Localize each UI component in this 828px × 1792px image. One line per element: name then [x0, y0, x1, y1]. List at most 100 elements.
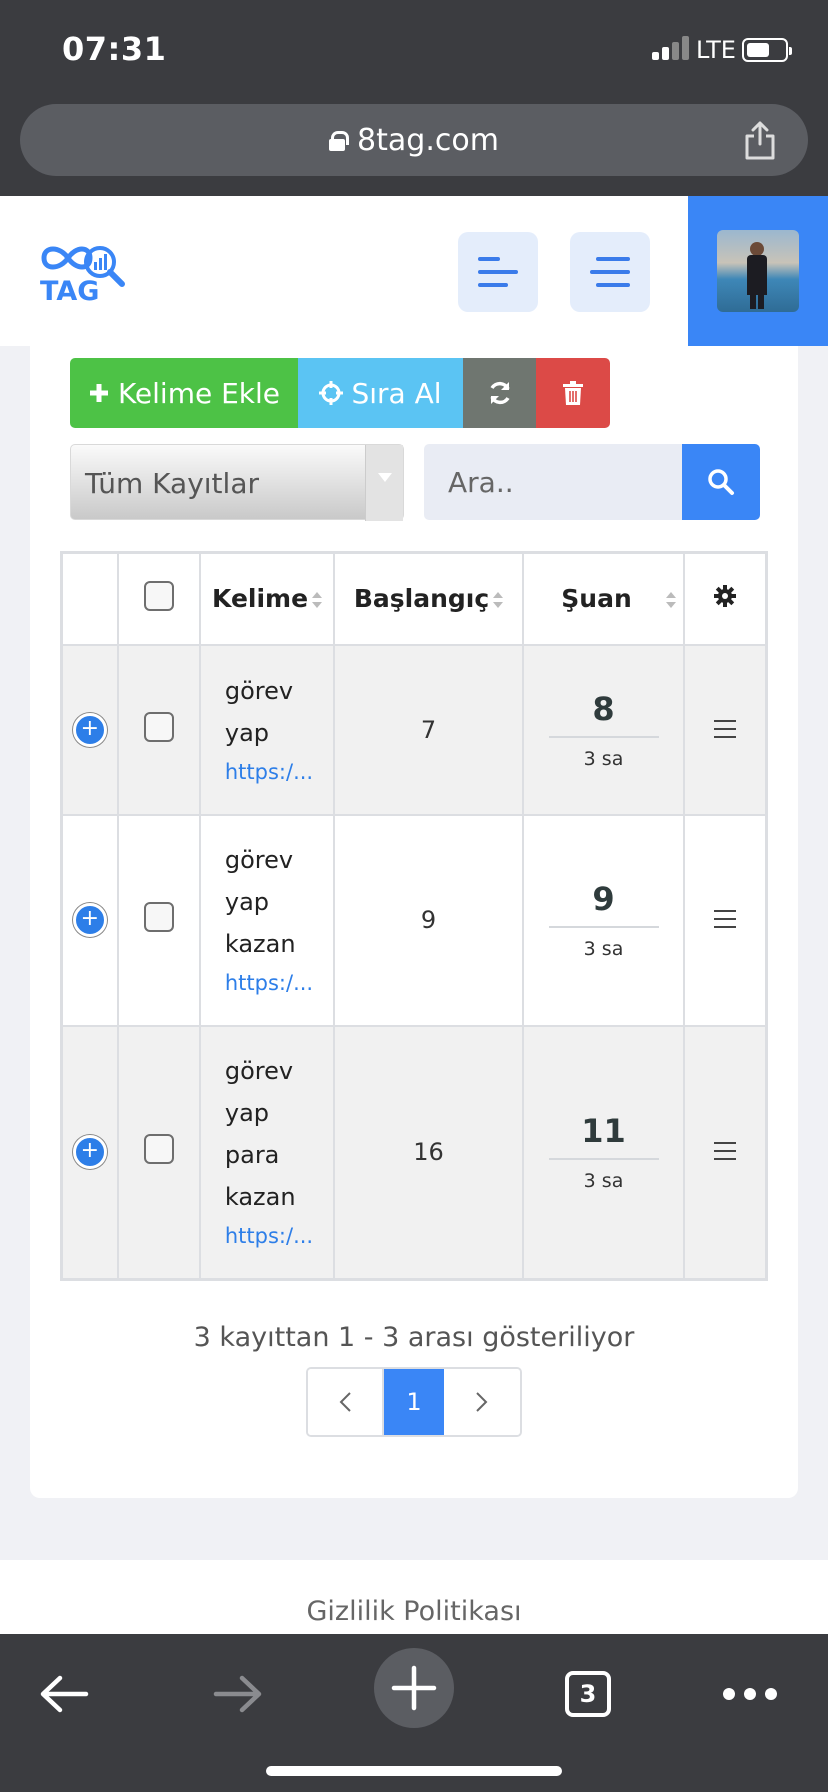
battery-icon — [742, 38, 792, 62]
signal-icon — [652, 36, 692, 60]
table-row: + görev yap para kazan https:/... 16 11 … — [60, 1024, 768, 1281]
menu-toggle-button[interactable] — [570, 232, 650, 312]
current-rank-cell: 11 3 sa — [521, 1024, 686, 1281]
sort-icon — [665, 592, 676, 609]
start-rank-cell: 9 — [333, 813, 524, 1027]
keyword-column-header[interactable]: Kelime — [198, 551, 336, 646]
checkbox-cell — [116, 813, 201, 1027]
select-all-header — [116, 551, 201, 646]
next-page-button[interactable] — [444, 1369, 520, 1435]
start-rank-cell: 7 — [333, 643, 524, 816]
privacy-policy-link[interactable]: Gizlilik Politikası — [0, 1596, 828, 1627]
delete-button[interactable] — [536, 358, 610, 428]
tabs-button[interactable]: 3 — [548, 1658, 628, 1730]
refresh-button[interactable] — [463, 358, 536, 428]
expand-row-button[interactable]: + — [72, 712, 107, 747]
expand-column-header — [60, 551, 119, 646]
pagination: 1 — [306, 1367, 522, 1437]
current-rank: 9 — [548, 880, 659, 928]
records-filter-select[interactable]: Tüm Kayıtlar — [70, 444, 404, 521]
expand-cell: + — [60, 813, 119, 1027]
new-tab-button[interactable] — [374, 1648, 454, 1728]
home-indicator — [266, 1766, 562, 1776]
gear-icon — [714, 585, 737, 608]
avatar — [717, 230, 799, 312]
current-column-header[interactable]: Şuan — [521, 551, 686, 646]
sidebar-toggle-button[interactable] — [458, 232, 538, 312]
share-icon[interactable] — [742, 120, 778, 160]
user-avatar-button[interactable] — [688, 196, 828, 346]
arrow-left-icon — [40, 1675, 89, 1713]
row-menu-cell — [683, 813, 768, 1027]
plus-icon — [391, 1665, 437, 1711]
action-toolbar: Kelime Ekle Sıra Al — [70, 358, 610, 428]
chevron-right-icon — [476, 1392, 488, 1412]
more-button[interactable] — [710, 1658, 790, 1730]
get-rank-label: Sıra Al — [351, 376, 442, 410]
more-dots-icon — [723, 1688, 777, 1700]
row-checkbox[interactable] — [143, 1134, 174, 1165]
keyword-cell: görev yap https:/... — [198, 643, 336, 816]
network-type: LTE — [696, 36, 736, 64]
expand-row-button[interactable]: + — [72, 1135, 107, 1170]
select-all-checkbox[interactable] — [143, 580, 174, 611]
expand-row-button[interactable]: + — [72, 903, 107, 937]
chevron-down-icon — [365, 445, 403, 521]
records-filter-value: Tüm Kayıtlar — [85, 467, 259, 500]
row-checkbox[interactable] — [143, 902, 174, 932]
logo-text: TAG — [40, 276, 99, 304]
start-column-header[interactable]: Başlangıç — [333, 551, 524, 646]
site-header: TAG — [0, 196, 828, 346]
search-icon — [708, 469, 734, 495]
updated-time: 3 sa — [583, 747, 624, 770]
updated-time: 3 sa — [583, 938, 624, 960]
crosshairs-icon — [319, 381, 344, 405]
row-menu-icon[interactable] — [714, 910, 737, 928]
current-rank-cell: 9 3 sa — [521, 813, 686, 1027]
add-keyword-label: Kelime Ekle — [117, 376, 281, 410]
keywords-table: Kelime Başlangıç Şuan + görev yap https:… — [60, 551, 768, 1281]
expand-cell: + — [60, 643, 119, 816]
expand-cell: + — [60, 1024, 119, 1281]
pagination-info: 3 kayıttan 1 - 3 arası gösteriliyor — [193, 1322, 635, 1353]
keyword-url-link[interactable]: https:/... — [225, 965, 333, 1001]
back-button[interactable] — [24, 1658, 104, 1730]
updated-time: 3 sa — [583, 1170, 624, 1193]
tabs-count: 3 — [565, 1671, 611, 1717]
get-rank-button[interactable]: Sıra Al — [298, 358, 463, 428]
table-row: + görev yap https:/... 7 8 3 sa — [60, 643, 768, 816]
address-bar[interactable]: 8tag.com — [20, 104, 808, 176]
row-menu-cell — [683, 1024, 768, 1281]
search-input[interactable] — [424, 444, 682, 520]
keyword-url-link[interactable]: https:/... — [225, 754, 333, 790]
prev-page-button[interactable] — [308, 1369, 384, 1435]
current-rank: 11 — [548, 1112, 659, 1161]
table-row: + görev yap kazan https:/... 9 9 3 sa — [60, 813, 768, 1027]
row-menu-icon[interactable] — [714, 719, 737, 738]
menu-right-icon — [590, 257, 630, 287]
settings-column-header[interactable] — [683, 551, 768, 646]
sort-icon — [493, 592, 504, 609]
chevron-left-icon — [339, 1392, 351, 1412]
page-1-button[interactable]: 1 — [384, 1369, 444, 1435]
current-rank: 8 — [548, 690, 659, 738]
trash-icon — [563, 381, 583, 405]
keyword-url-link[interactable]: https:/... — [225, 1218, 333, 1254]
row-menu-icon[interactable] — [714, 1142, 737, 1161]
plus-icon — [89, 384, 108, 402]
row-checkbox[interactable] — [143, 711, 174, 742]
current-rank-cell: 8 3 sa — [521, 643, 686, 816]
row-menu-cell — [683, 643, 768, 816]
start-rank-cell: 16 — [333, 1024, 524, 1281]
arrow-right-icon — [213, 1675, 262, 1713]
search-button[interactable] — [682, 444, 760, 520]
keyword-cell: görev yap para kazan https:/... — [198, 1024, 336, 1281]
refresh-icon — [489, 381, 510, 405]
sort-icon — [312, 592, 323, 609]
site-logo[interactable]: TAG — [38, 238, 134, 304]
status-time: 07:31 — [62, 30, 167, 68]
checkbox-cell — [116, 1024, 201, 1281]
add-keyword-button[interactable]: Kelime Ekle — [70, 358, 298, 428]
forward-button[interactable] — [198, 1658, 278, 1730]
url-text: 8tag.com — [357, 122, 499, 158]
